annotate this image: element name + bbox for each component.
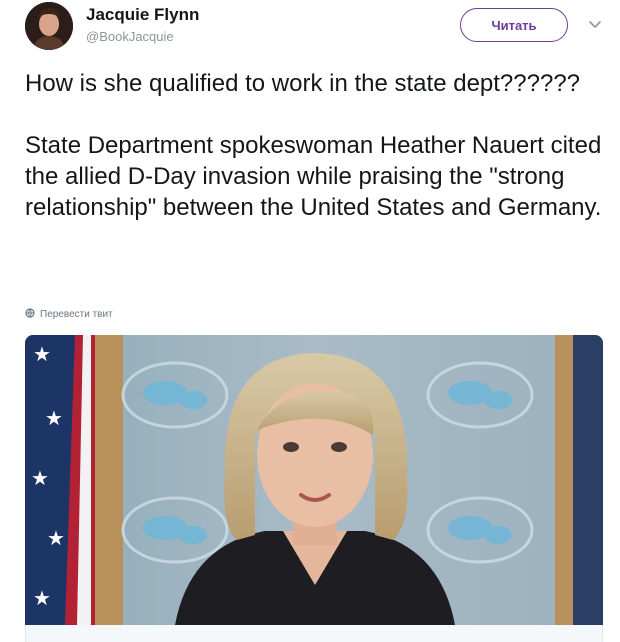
tweet-text: How is she qualified to work in the stat… [25, 70, 602, 221]
svg-text:★: ★ [47, 526, 65, 550]
svg-text:★: ★ [31, 466, 49, 490]
follow-button[interactable]: Читать [460, 8, 568, 42]
svg-text:★: ★ [33, 342, 51, 366]
avatar-photo [25, 2, 73, 50]
media-caption-strip[interactable] [25, 625, 603, 642]
translate-label: Перевести твит [40, 309, 113, 320]
avatar[interactable] [25, 2, 73, 50]
chevron-down-icon[interactable] [586, 16, 604, 34]
author-handle[interactable]: @BookJacquie [86, 29, 174, 44]
svg-text:★: ★ [45, 406, 63, 430]
globe-icon [25, 308, 35, 321]
tweet-media-image[interactable]: ★ ★ ★ ★ ★ [25, 335, 603, 625]
svg-text:★: ★ [33, 586, 51, 610]
translate-link[interactable]: Перевести твит [25, 308, 113, 321]
author-name[interactable]: Jacquie Flynn [86, 5, 199, 25]
